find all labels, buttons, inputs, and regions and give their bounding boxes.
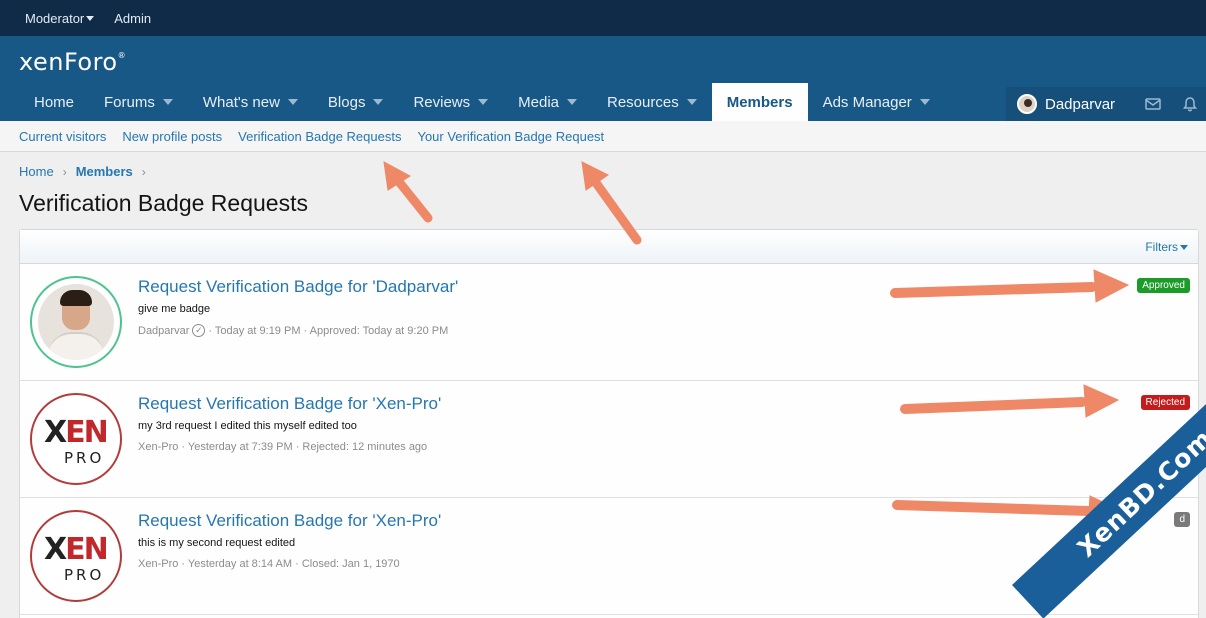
list-item: XEN PRO Request Verification Badge for '… xyxy=(20,381,1198,498)
sub-nav: Current visitors New profile posts Verif… xyxy=(0,121,1206,152)
subnav-your-verification-badge-request[interactable]: Your Verification Badge Request xyxy=(417,129,604,144)
subnav-verification-badge-requests[interactable]: Verification Badge Requests xyxy=(238,129,401,144)
request-title[interactable]: Request Verification Badge for 'Xen-Pro' xyxy=(138,511,441,531)
nav-item-members[interactable]: Members xyxy=(711,83,808,121)
chevron-down-icon xyxy=(1180,245,1188,250)
chevron-down-icon[interactable] xyxy=(478,99,489,105)
avatar[interactable]: XEN PRO xyxy=(30,393,122,485)
nav-item-forums[interactable]: Forums xyxy=(89,83,188,121)
chevron-down-icon[interactable] xyxy=(919,99,930,105)
xen-pro-logo: XEN PRO xyxy=(44,415,109,467)
chevron-right-icon: › xyxy=(62,164,67,179)
status-badge: Rejected xyxy=(1140,395,1190,410)
page-title: Verification Badge Requests xyxy=(19,190,308,216)
request-meta: Xen-Pro · Yesterday at 7:39 PM · Rejecte… xyxy=(138,441,427,453)
admin-link[interactable]: Admin xyxy=(114,11,151,26)
site-logo[interactable]: xenForo® xyxy=(19,48,126,76)
user-photo xyxy=(38,284,114,360)
request-dates: · Yesterday at 8:14 AM · Closed: Jan 1, … xyxy=(181,558,400,570)
breadcrumb-members[interactable]: Members xyxy=(76,164,133,179)
nav-item-whats-new[interactable]: What's new xyxy=(188,83,313,121)
request-message: give me badge xyxy=(138,303,211,315)
arrow-annotation xyxy=(383,161,433,223)
subnav-new-profile-posts[interactable]: New profile posts xyxy=(122,129,222,144)
chevron-down-icon[interactable] xyxy=(162,99,173,105)
nav-item-blogs[interactable]: Blogs xyxy=(313,83,399,121)
avatar[interactable] xyxy=(30,276,122,368)
chevron-down-icon[interactable] xyxy=(287,99,298,105)
filters-button[interactable]: Filters xyxy=(1145,240,1188,254)
chevron-down-icon[interactable] xyxy=(686,99,697,105)
request-message: this is my second request edited xyxy=(138,537,296,549)
subnav-current-visitors[interactable]: Current visitors xyxy=(19,129,106,144)
avatar[interactable]: XEN PRO xyxy=(30,510,122,602)
nav-item-media[interactable]: Media xyxy=(503,83,592,121)
request-message: my 3rd request I edited this myself edit… xyxy=(138,420,357,432)
nav-item-ads-manager[interactable]: Ads Manager xyxy=(808,83,945,121)
user-box: Dadparvar xyxy=(1006,87,1206,121)
chevron-down-icon[interactable] xyxy=(373,99,384,105)
nav-item-reviews[interactable]: Reviews xyxy=(398,83,503,121)
inbox-icon[interactable] xyxy=(1145,97,1161,111)
user-icons xyxy=(1145,96,1198,112)
request-title[interactable]: Request Verification Badge for 'Dadparva… xyxy=(138,277,458,297)
request-user[interactable]: Xen-Pro xyxy=(138,441,178,453)
nav-item-resources[interactable]: Resources xyxy=(592,83,712,121)
request-title[interactable]: Request Verification Badge for 'Xen-Pro' xyxy=(138,394,441,414)
avatar[interactable] xyxy=(1017,94,1037,114)
request-user[interactable]: Xen-Pro xyxy=(138,558,178,570)
nav-item-home[interactable]: Home xyxy=(19,83,89,121)
breadcrumb-home[interactable]: Home xyxy=(19,164,54,179)
account-name[interactable]: Dadparvar xyxy=(1045,96,1115,113)
list-item: Request Verification Badge for 'Dadparva… xyxy=(20,264,1198,381)
breadcrumb: Home › Members › xyxy=(19,164,146,179)
verified-icon: ✓ xyxy=(192,324,206,337)
chevron-right-icon: › xyxy=(141,164,146,179)
chevron-down-icon[interactable] xyxy=(567,99,577,105)
staff-bar: Moderator Admin xyxy=(0,0,1206,36)
site-header: xenForo® Home Forums What's new Blogs Re… xyxy=(0,36,1206,121)
status-badge: d xyxy=(1174,512,1190,527)
list-header: Filters xyxy=(20,230,1198,264)
status-badge: Approved xyxy=(1137,278,1190,293)
request-dates: · Yesterday at 7:39 PM · Rejected: 12 mi… xyxy=(181,441,428,453)
bell-icon[interactable] xyxy=(1183,96,1198,112)
requests-list: Filters Request Verification Badge for '… xyxy=(19,229,1199,618)
request-dates: · Today at 9:19 PM · Approved: Today at … xyxy=(208,324,449,337)
request-user[interactable]: Dadparvar xyxy=(138,325,189,337)
main-nav: Home Forums What's new Blogs Reviews Med… xyxy=(19,83,945,121)
request-meta: Dadparvar ✓ · Today at 9:19 PM · Approve… xyxy=(138,324,448,337)
list-item: XEN PRO Request Verification Badge for '… xyxy=(20,498,1198,615)
chevron-down-icon xyxy=(86,15,95,21)
xen-pro-logo: XEN PRO xyxy=(44,532,109,584)
moderator-menu[interactable]: Moderator xyxy=(25,11,95,26)
request-meta: Xen-Pro · Yesterday at 8:14 AM · Closed:… xyxy=(138,558,400,570)
